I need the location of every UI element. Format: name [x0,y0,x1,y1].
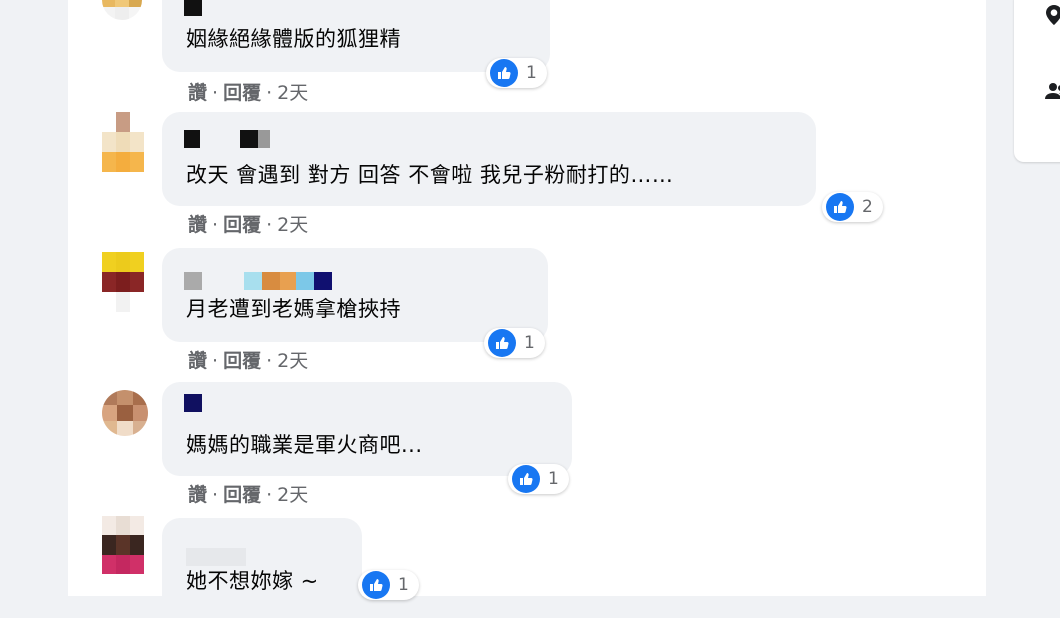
thumbs-up-icon [826,193,854,221]
author-name[interactable] [184,272,332,292]
comment-text: 媽媽的職業是軍火商吧... [186,433,423,457]
timestamp[interactable]: 2天 [277,480,308,507]
reaction-count[interactable]: 1 [486,58,547,88]
location-pin-icon[interactable] [1044,4,1060,28]
comment-text: 月老遭到老媽拿槍挾持 [186,297,401,321]
thumbs-up-icon [512,465,540,493]
comment-text: 她不想妳嫁 ~ [186,569,319,593]
separator: · [266,214,273,236]
like-count: 2 [862,197,873,217]
reaction-count[interactable]: 2 [822,192,883,222]
timestamp[interactable]: 2天 [277,210,308,237]
separator: · [266,350,273,372]
author-name[interactable] [184,130,270,150]
avatar[interactable] [102,112,144,172]
reaction-count[interactable]: 1 [484,328,545,358]
like-link[interactable]: 讚 [188,480,207,507]
avatar[interactable] [102,0,142,20]
comment-actions: 讚 · 回覆 · 2天 [188,78,308,105]
thumbs-up-icon [488,329,516,357]
comment-text: 改天 會遇到 對方 回答 不會啦 我兒子粉耐打的…… [186,163,674,187]
comment-bubble: 媽媽的職業是軍火商吧... 1 [162,382,572,494]
comment: 改天 會遇到 對方 回答 不會啦 我兒子粉耐打的…… 2 讚 · 回覆 · 2天 [68,112,986,242]
comment: 月老遭到老媽拿槍挾持 1 讚 · 回覆 · 2天 [68,248,986,378]
separator: · [266,484,273,506]
separator: · [266,82,273,104]
separator: · [212,350,219,372]
comment-text: 姻緣絕緣體版的狐狸精 [186,27,401,51]
author-name[interactable] [184,0,202,18]
separator: · [212,214,219,236]
separator: · [212,82,219,104]
comment: 她不想妳嫁 ~ 1 [68,516,986,618]
comment-bubble: 月老遭到老媽拿槍挾持 1 [162,248,548,358]
like-count: 1 [398,575,409,595]
thumbs-up-icon [362,571,390,599]
comment: 姻緣絕緣體版的狐狸精 1 讚 · 回覆 · 2天 [68,0,986,104]
comment-bubble: 她不想妳嫁 ~ 1 [162,518,419,618]
avatar[interactable] [102,516,144,574]
separator: · [212,484,219,506]
reply-link[interactable]: 回覆 [223,210,261,237]
timestamp[interactable]: 2天 [277,78,308,105]
people-icon[interactable] [1044,80,1060,104]
thumbs-up-icon [490,59,518,87]
timestamp[interactable]: 2天 [277,346,308,373]
reply-link[interactable]: 回覆 [223,78,261,105]
comment-actions: 讚 · 回覆 · 2天 [188,480,308,507]
like-link[interactable]: 讚 [188,346,207,373]
reply-link[interactable]: 回覆 [223,346,261,373]
like-link[interactable]: 讚 [188,210,207,237]
comment: 媽媽的職業是軍火商吧... 1 讚 · 回覆 · 2天 [68,382,986,512]
comment-feed: 姻緣絕緣體版的狐狸精 1 讚 · 回覆 · 2天 改天 會遇到 對方 回答 不會啦 我兒… [68,0,986,618]
like-link[interactable]: 讚 [188,78,207,105]
like-count: 1 [526,63,537,83]
avatar[interactable] [102,390,148,436]
comment-actions: 讚 · 回覆 · 2天 [188,210,308,237]
like-count: 1 [548,469,559,489]
reaction-count[interactable]: 1 [508,464,569,494]
like-count: 1 [524,333,535,353]
avatar[interactable] [102,252,144,312]
author-name[interactable] [184,394,202,414]
reply-link[interactable]: 回覆 [223,480,261,507]
comment-bubble: 姻緣絕緣體版的狐狸精 1 [162,0,550,88]
author-name[interactable] [186,548,246,568]
comment-actions: 讚 · 回覆 · 2天 [188,346,308,373]
comment-bubble: 改天 會遇到 對方 回答 不會啦 我兒子粉耐打的…… 2 [162,112,883,222]
right-sidebar-panel [1014,0,1060,162]
